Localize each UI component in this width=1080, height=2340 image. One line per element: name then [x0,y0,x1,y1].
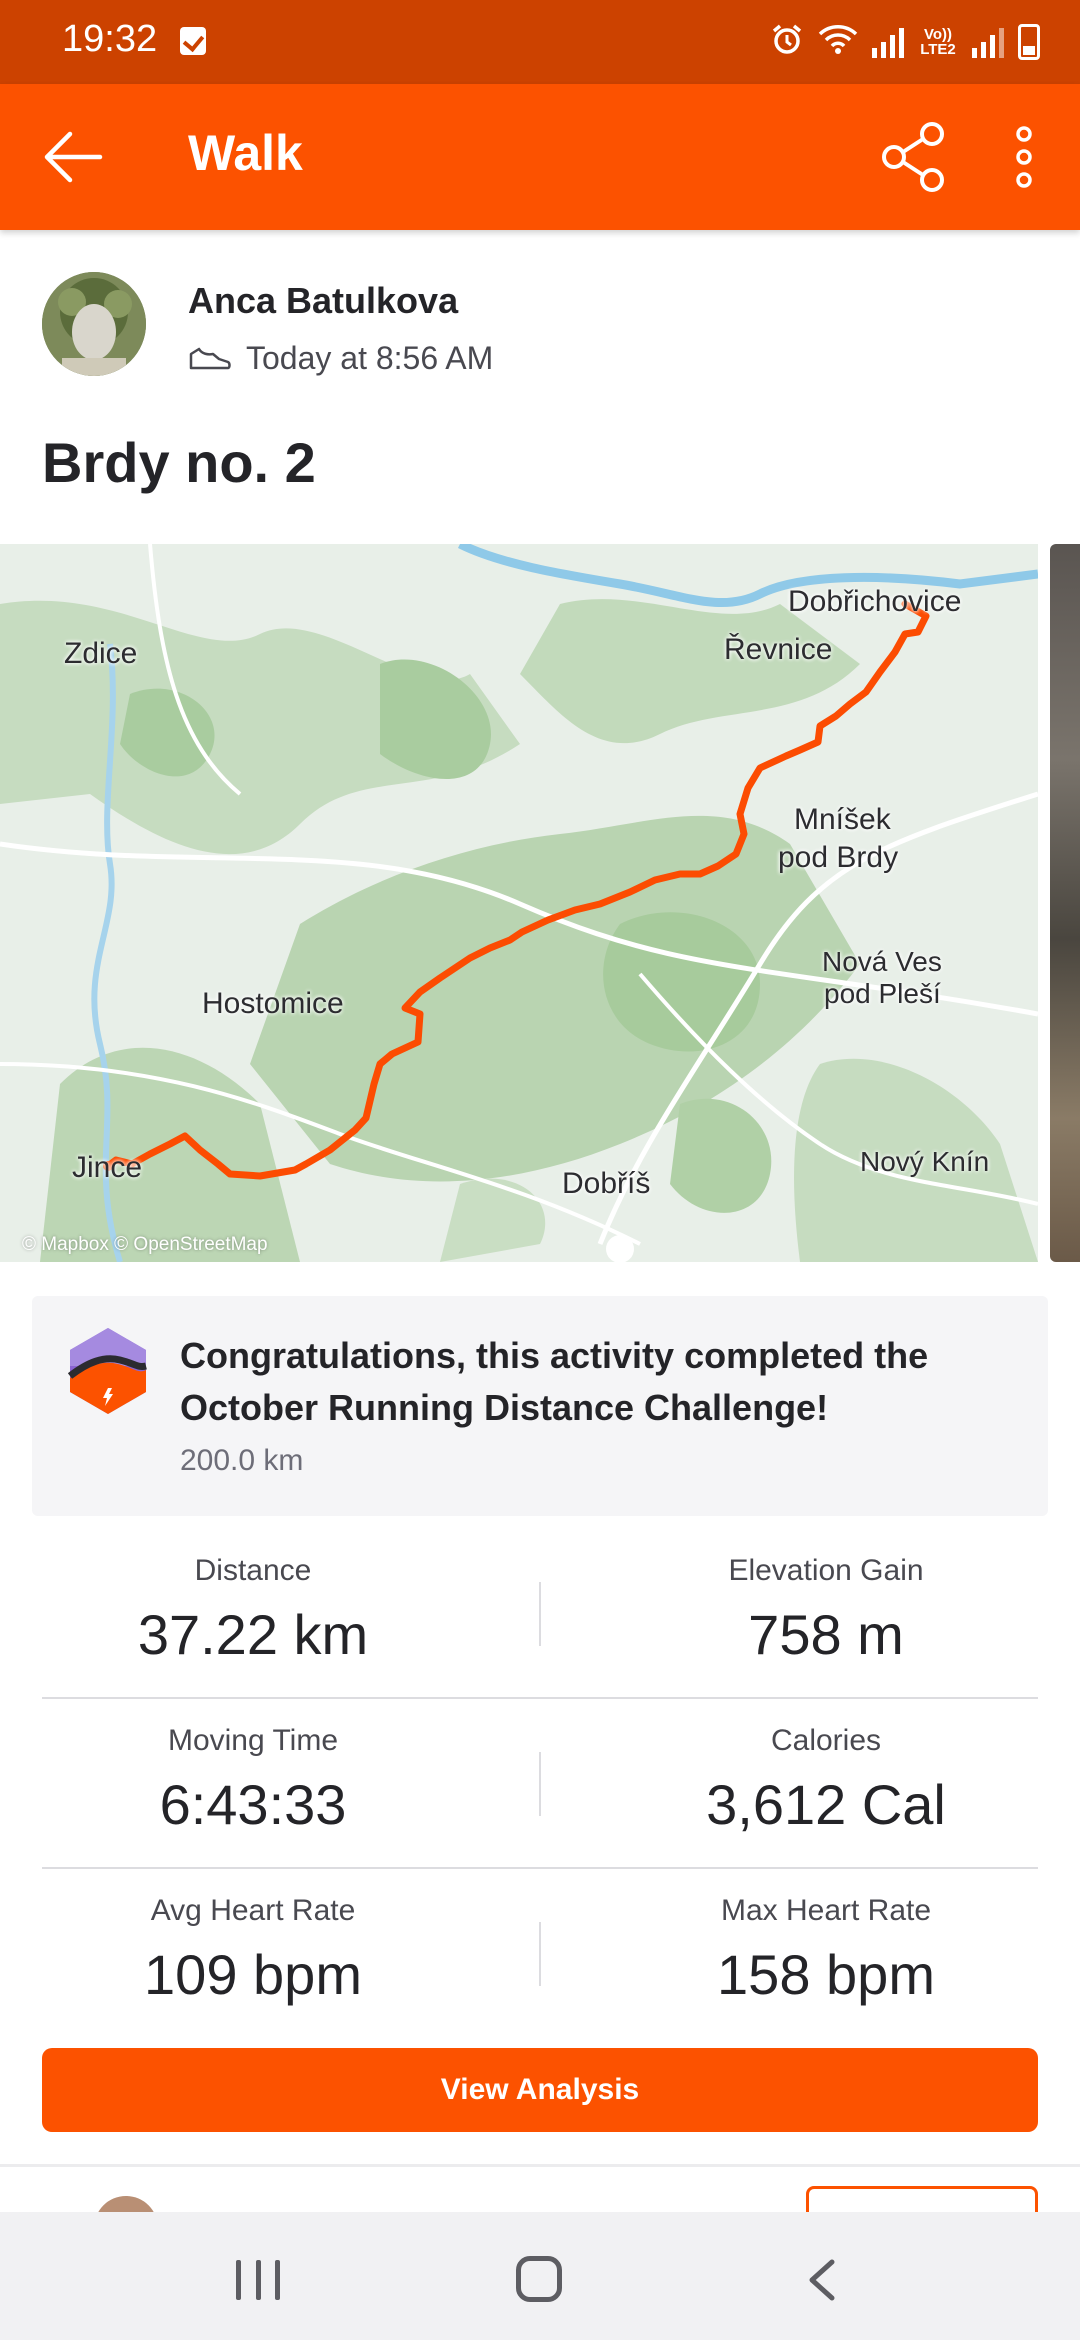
stat-moving-time: Moving Time 6:43:33 [13,1724,493,1837]
stat-calories: Calories 3,612 Cal [586,1724,1066,1837]
map-label-novy-knin: Nový Knín [860,1146,990,1177]
stat-label: Max Heart Rate [720,1894,932,1927]
stat-max-heart-rate: Max Heart Rate 158 bpm [586,1894,1066,2007]
status-time: 19:32 [62,18,158,60]
challenge-goal: 200.0 km [180,1444,304,1477]
home-icon[interactable] [516,2256,562,2302]
stat-avg-heart-rate: Avg Heart Rate 109 bpm [13,1894,493,2007]
activity-title: Brdy no. 2 [42,431,316,494]
alarm-icon [770,22,804,63]
signal-icon-2 [972,26,1004,58]
avatar[interactable] [42,272,146,376]
stat-divider [539,1922,541,1986]
signal-icon [872,26,904,58]
wifi-icon [818,22,858,63]
stat-label: Moving Time [167,1724,339,1757]
section-divider [0,2164,1080,2167]
more-vertical-icon[interactable] [1000,124,1048,190]
stat-label: Calories [770,1724,882,1757]
shoe-icon [189,347,231,369]
stat-value: 109 bpm [144,1943,362,2006]
stat-label: Avg Heart Rate [150,1894,356,1927]
activity-meta: Today at 8:56 AM [188,340,493,377]
stat-label: Elevation Gain [728,1554,924,1587]
share-icon[interactable] [878,120,948,194]
app-bar: Walk [0,84,1080,230]
row-divider [42,1697,1038,1699]
map-label-nova-ves: Nová Ves [822,946,942,977]
stat-value: 3,612 Cal [706,1773,946,1836]
map-attribution[interactable]: © Mapbox © OpenStreetMap [22,1234,268,1256]
recents-icon[interactable] [236,2260,280,2300]
map-label-dobrichovice: Dobřichovice [788,585,962,618]
map-label-hostomice: Hostomice [202,987,344,1020]
stat-elevation-gain: Elevation Gain 758 m [586,1554,1066,1667]
view-analysis-button[interactable]: View Analysis [42,2048,1038,2132]
challenge-badge-icon [68,1328,147,1414]
arrow-left-icon[interactable] [40,124,106,190]
athlete-name[interactable]: Anca Batulkova [188,280,458,322]
map-label-jince: Jince [72,1151,143,1184]
lte-label: Vo)) LTE2 [920,26,956,58]
stat-distance: Distance 37.22 km [13,1554,493,1667]
activity-timestamp: Today at 8:56 AM [246,340,494,376]
stat-value: 37.22 km [137,1603,369,1666]
system-nav-bar [0,2212,1080,2340]
stat-value: 158 bpm [717,1943,935,2006]
map-label-nova-ves-2: pod Pleší [824,978,941,1009]
battery-icon [1018,24,1040,60]
map-label-zdice: Zdice [64,637,138,670]
activity-photo-thumbnail[interactable] [1050,544,1080,1262]
map-label-mnisek-2: pod Brdy [778,841,899,874]
row-divider [42,1867,1038,1869]
status-icons: Vo)) LTE2 [770,20,1040,64]
stat-divider [539,1582,541,1646]
stat-value: 6:43:33 [159,1773,347,1836]
map-label-revnice: Řevnice [724,633,833,666]
stat-label: Distance [194,1554,312,1587]
stat-divider [539,1752,541,1816]
page-title: Walk [188,125,303,181]
map-label-dobris: Dobříš [562,1167,651,1200]
challenge-card[interactable]: Congratulations, this activity completed… [32,1296,1048,1516]
checkbox-icon [180,27,206,55]
stat-value: 758 m [748,1603,904,1666]
back-icon[interactable] [800,2256,846,2304]
route-map[interactable]: Zdice Dobřichovice Řevnice Mníšek pod Br… [0,544,1038,1262]
challenge-message: Congratulations, this activity completed… [180,1335,929,1428]
status-bar: 19:32 Vo)) LTE2 [0,0,1080,84]
map-label-mnisek: Mníšek [794,803,891,836]
